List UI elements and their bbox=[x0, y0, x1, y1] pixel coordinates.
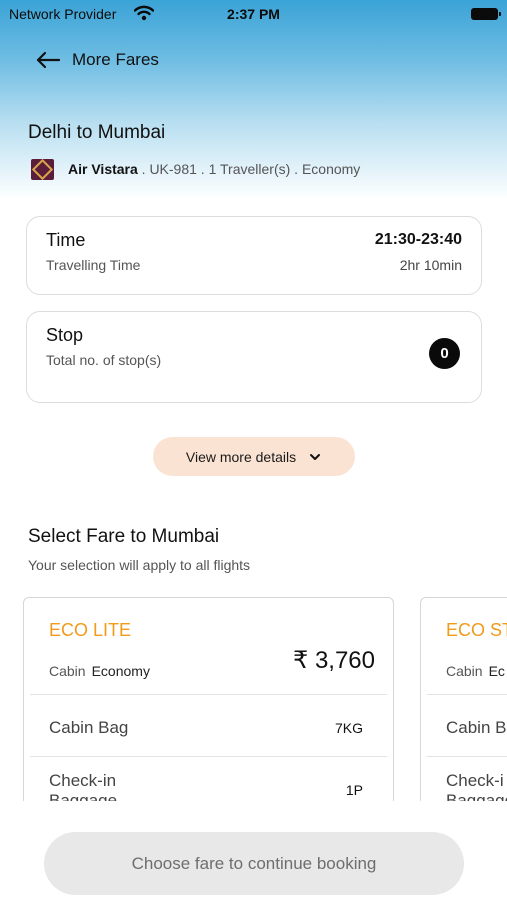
airline-name: Air Vistara bbox=[68, 161, 138, 177]
airline-logo-icon bbox=[31, 159, 54, 180]
page-title: More Fares bbox=[72, 50, 159, 69]
checkin-baggage-value: 1P bbox=[345, 782, 363, 798]
fare-price: ₹ 3,760 bbox=[293, 647, 375, 674]
cabin-value: Ec bbox=[488, 663, 505, 679]
checkin-baggage-label: Check-i Baggage bbox=[446, 771, 507, 801]
status-time: 2:37 PM bbox=[227, 6, 280, 22]
fare-card-eco-standard[interactable]: ECO ST Cabin Ec Cabin B Check-i Baggage bbox=[420, 597, 507, 801]
cabin-bag-label: Cabin Bag bbox=[49, 718, 129, 737]
view-more-details-label: View more details bbox=[185, 448, 297, 465]
flight-time-range: 21:30-23:40 bbox=[374, 231, 462, 248]
arrow-left-icon bbox=[36, 51, 61, 69]
flight-duration: 2hr 10min bbox=[399, 257, 462, 273]
status-bar: Network Provider 2:37 PM bbox=[0, 0, 507, 28]
fare-section-subtitle: Your selection will apply to all flights bbox=[28, 557, 251, 573]
continue-booking-button[interactable]: Choose fare to continue booking bbox=[44, 832, 464, 895]
divider bbox=[427, 756, 507, 757]
back-button[interactable] bbox=[34, 48, 66, 72]
cabin-bag-label: Cabin B bbox=[446, 718, 507, 737]
fare-card-eco-lite[interactable]: ECO LITE Cabin Economy ₹ 3,760 Cabin Bag … bbox=[23, 597, 394, 801]
route-title: Delhi to Mumbai bbox=[28, 122, 166, 143]
bottom-bar: Choose fare to continue booking bbox=[0, 801, 507, 900]
stop-card: Stop Total no. of stop(s) 0 bbox=[26, 311, 482, 403]
time-sublabel: Travelling Time bbox=[46, 257, 141, 273]
time-label: Time bbox=[46, 230, 86, 250]
cabin-value: Economy bbox=[91, 663, 150, 679]
stop-sublabel: Total no. of stop(s) bbox=[46, 352, 162, 368]
view-more-details-button[interactable]: View more details bbox=[153, 437, 355, 476]
divider bbox=[30, 694, 387, 695]
cabin-bag-value: 7KG bbox=[334, 720, 363, 736]
divider bbox=[427, 694, 507, 695]
flight-details: . UK-981 . 1 Traveller(s) . Economy bbox=[137, 161, 361, 177]
fare-name: ECO LITE bbox=[49, 620, 132, 640]
time-card: Time Travelling Time 21:30-23:40 2hr 10m… bbox=[26, 216, 482, 295]
battery-icon bbox=[471, 8, 501, 20]
divider bbox=[30, 756, 387, 757]
cabin-row: Cabin Economy bbox=[49, 663, 150, 681]
stops-count-badge: 0 bbox=[429, 338, 460, 369]
fare-name: ECO ST bbox=[446, 620, 507, 640]
flight-summary: Air Vistara . UK-981 . 1 Traveller(s) . … bbox=[68, 161, 360, 177]
fare-section-title: Select Fare to Mumbai bbox=[28, 526, 220, 547]
checkin-baggage-label: Check-in Baggage bbox=[49, 771, 118, 801]
stop-label: Stop bbox=[46, 325, 84, 345]
fare-carousel[interactable]: ECO LITE Cabin Economy ₹ 3,760 Cabin Bag … bbox=[0, 596, 507, 801]
cabin-row: Cabin Ec bbox=[446, 663, 505, 681]
cabin-label: Cabin bbox=[49, 663, 86, 679]
chevron-down-icon bbox=[310, 453, 321, 460]
cabin-label: Cabin bbox=[446, 663, 483, 679]
